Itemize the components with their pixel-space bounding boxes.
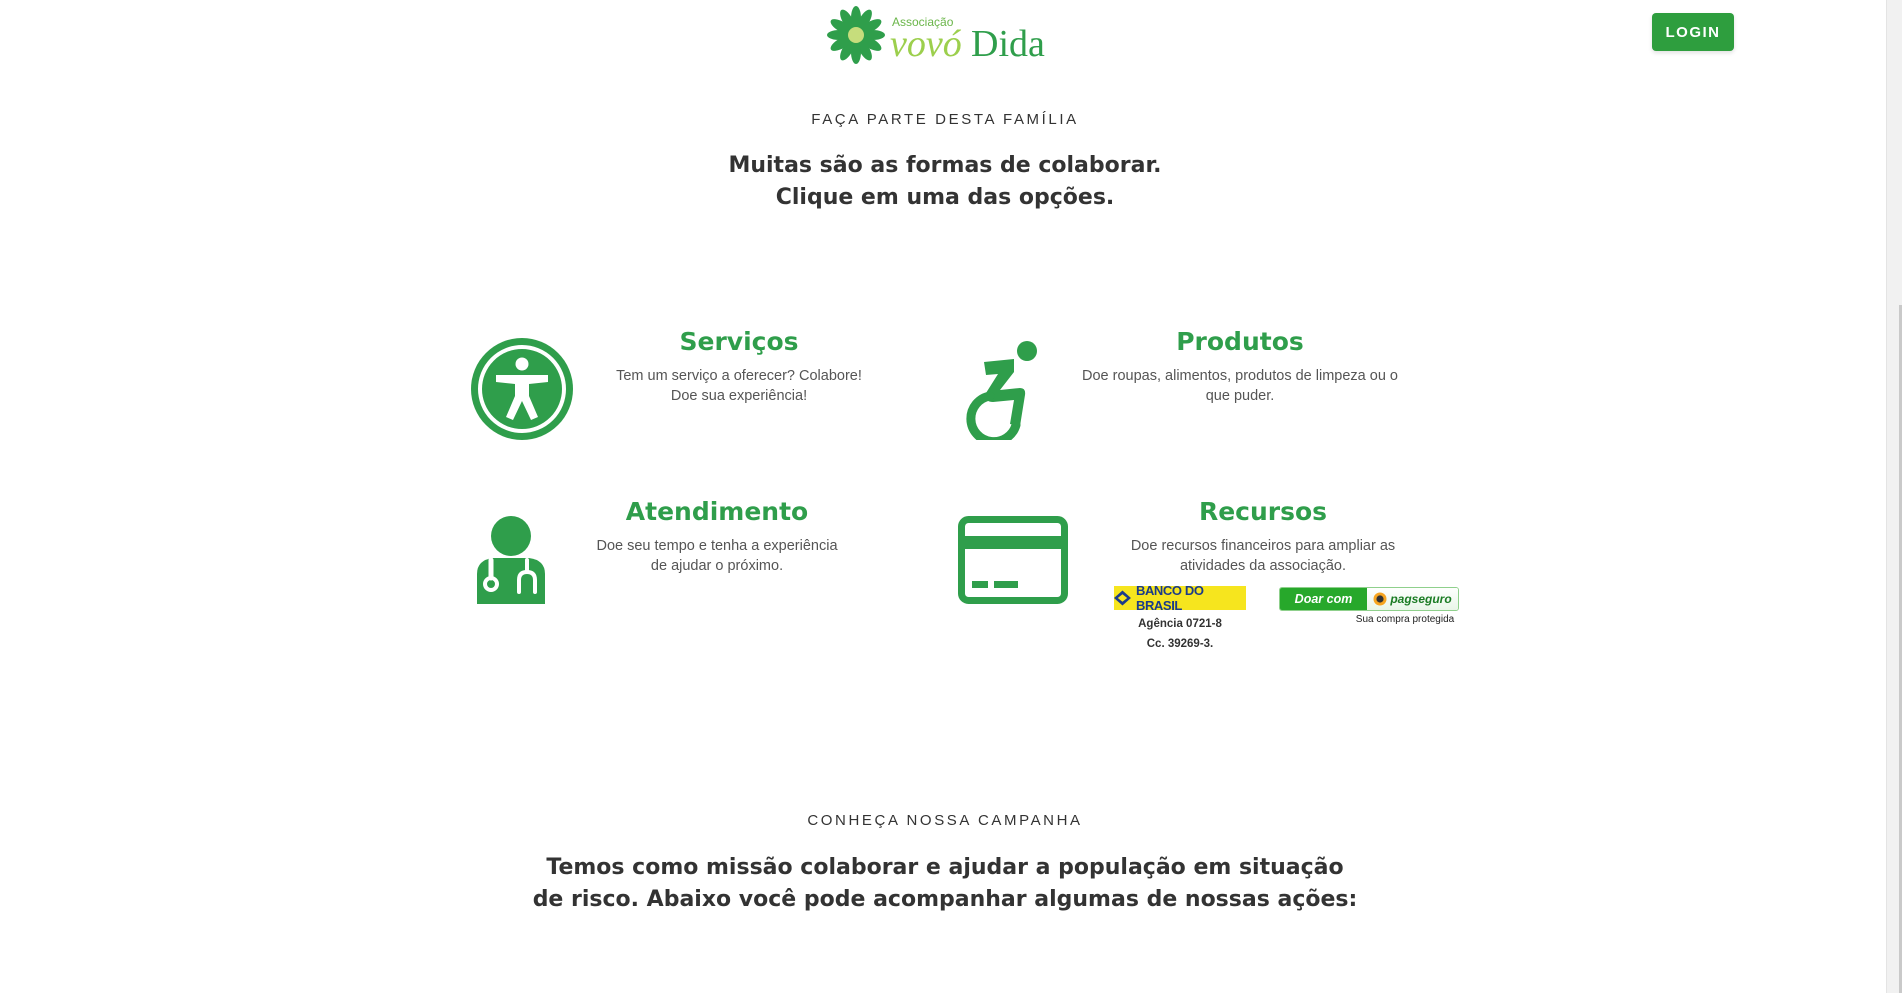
bank-name: BANCO DO BRASIL bbox=[1135, 583, 1204, 613]
flower-icon bbox=[827, 6, 885, 64]
pagseguro-caption: Sua compra protegida bbox=[1355, 614, 1455, 625]
campaign-lead-line1: Temos como missão colaborar e ajudar a p… bbox=[546, 855, 1344, 880]
collaborate-lead-line1: Muitas são as formas de colaborar. bbox=[728, 153, 1162, 178]
pagseguro-brand-text: pagseguro bbox=[1390, 592, 1452, 606]
resources-title[interactable]: Recursos bbox=[1100, 497, 1426, 526]
services-description: Tem um serviço a oferecer? Colabore! Doe… bbox=[616, 368, 862, 404]
campaign-eyebrow: CONHEÇA NOSSA CAMPANHA bbox=[807, 812, 1083, 829]
wheelchair-icon[interactable] bbox=[962, 338, 1042, 440]
service-title[interactable]: Atendimento bbox=[589, 497, 845, 526]
bank-agency: Agência 0721-8 bbox=[1138, 618, 1222, 630]
pagseguro-icon bbox=[1373, 592, 1387, 606]
collaborate-eyebrow: FAÇA PARTE DESTA FAMÍLIA bbox=[811, 111, 1079, 128]
banco-do-brasil-icon bbox=[1114, 590, 1131, 606]
bank-details: Agência 0721-8 Cc. 39269-3. bbox=[1114, 614, 1246, 654]
pagseguro-donate-button[interactable]: Doar com pagseguro bbox=[1279, 587, 1459, 611]
services-title[interactable]: Serviços bbox=[609, 327, 869, 356]
site-header: Associação vovó Dida LOGIN bbox=[0, 0, 1902, 70]
pagseguro-brand: pagseguro bbox=[1367, 588, 1458, 610]
login-button[interactable]: LOGIN bbox=[1652, 13, 1734, 51]
doctor-icon[interactable] bbox=[471, 516, 551, 604]
banco-do-brasil-badge: BANCO DO BRASIL bbox=[1114, 583, 1246, 613]
svg-text:vovó: vovó bbox=[890, 23, 962, 65]
products-title[interactable]: Produtos bbox=[1075, 327, 1405, 356]
resources-description: Doe recursos financeiros para ampliar as… bbox=[1130, 538, 1396, 574]
service-description: Doe seu tempo e tenha a experiência de a… bbox=[596, 538, 838, 574]
bank-account: Cc. 39269-3. bbox=[1146, 638, 1214, 650]
collaborate-lead: Muitas são as formas de colaborar. Cliqu… bbox=[0, 150, 1890, 214]
collaborate-lead-line2: Clique em uma das opções. bbox=[775, 185, 1115, 210]
campaign-lead: Temos como missão colaborar e ajudar a p… bbox=[0, 852, 1890, 916]
svg-text:Dida: Dida bbox=[971, 23, 1045, 65]
products-description: Doe roupas, alimentos, produtos de limpe… bbox=[1082, 368, 1398, 404]
accessibility-icon[interactable] bbox=[471, 338, 573, 440]
vovo-dida-logo[interactable]: Associação vovó Dida bbox=[826, 4, 1066, 66]
pagseguro-donate-label: Doar com bbox=[1280, 588, 1367, 610]
campaign-lead-line2: de risco. Abaixo você pode acompanhar al… bbox=[532, 887, 1358, 912]
credit-card-icon[interactable] bbox=[958, 516, 1068, 604]
